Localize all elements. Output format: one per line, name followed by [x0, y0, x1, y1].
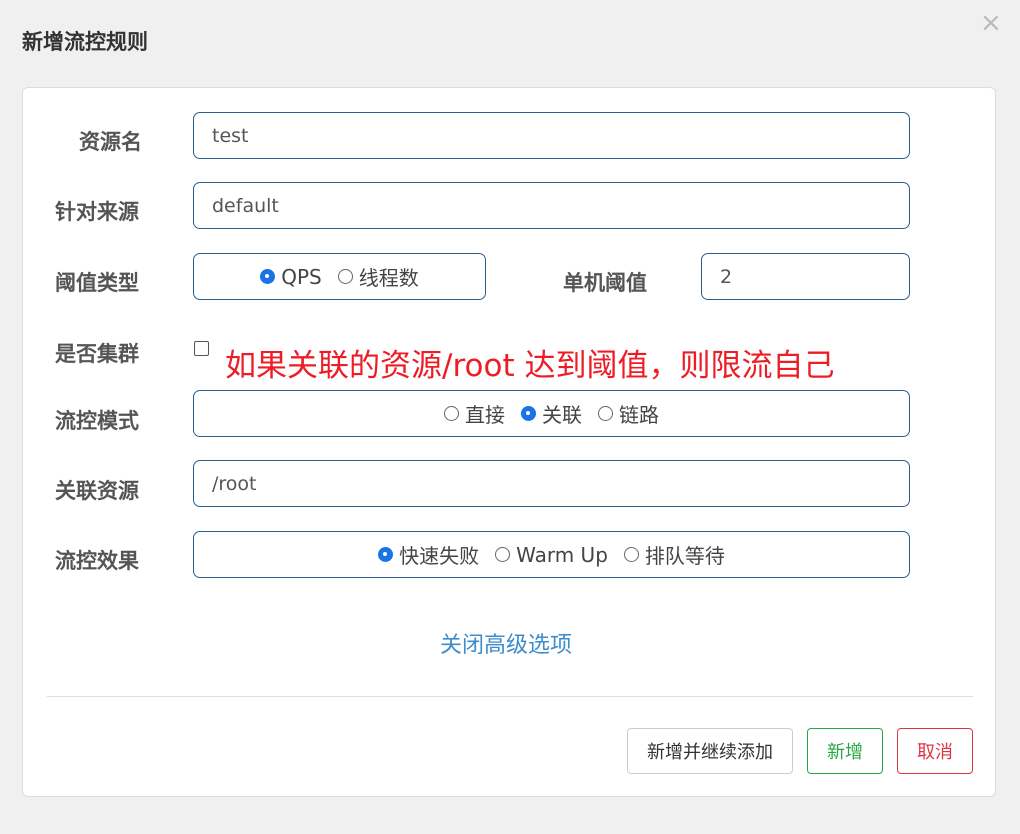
cluster-label: 是否集群: [55, 342, 139, 366]
single-threshold-label: 单机阈值: [563, 271, 647, 295]
strategy-direct-label: 直接: [465, 403, 505, 427]
strategy-chain-label: 链路: [619, 403, 659, 427]
add-continue-button[interactable]: 新增并继续添加: [627, 728, 793, 774]
control-behavior-group: 快速失败 Warm Up 排队等待: [193, 531, 910, 578]
radio-selected-icon: [521, 406, 536, 421]
resource-name-value: test: [212, 124, 249, 147]
form-panel: 资源名 test 针对来源 default 阈值类型 QPS 线程数 单机阈值 …: [22, 87, 996, 797]
behavior-fast-fail-label: 快速失败: [399, 544, 480, 568]
close-icon[interactable]: ×: [980, 10, 1002, 36]
cluster-checkbox[interactable]: [194, 341, 209, 356]
behavior-warm-up[interactable]: Warm Up: [495, 543, 608, 567]
radio-unselected-icon: [337, 269, 353, 284]
ref-resource-input[interactable]: /root: [193, 460, 910, 507]
limit-app-value: default: [212, 194, 279, 217]
behavior-queue[interactable]: 排队等待: [623, 540, 725, 569]
ref-resource-label: 关联资源: [55, 479, 139, 503]
limit-app-input[interactable]: default: [193, 182, 910, 229]
strategy-chain[interactable]: 链路: [598, 399, 659, 428]
radio-selected-icon: [260, 269, 276, 284]
threshold-type-thread[interactable]: 线程数: [337, 262, 419, 291]
behavior-fast-fail[interactable]: 快速失败: [378, 540, 479, 569]
radio-unselected-icon: [444, 406, 459, 421]
radio-unselected-icon: [623, 547, 639, 562]
divider: [47, 696, 973, 697]
behavior-warm-up-label: Warm Up: [516, 542, 608, 567]
annotation-text: 如果关联的资源/root 达到阈值，则限流自己: [225, 348, 835, 384]
single-threshold-input[interactable]: 2: [701, 253, 910, 300]
limit-app-label: 针对来源: [55, 200, 139, 224]
single-threshold-value: 2: [720, 265, 733, 288]
radio-selected-icon: [378, 547, 394, 562]
threshold-type-group: QPS 线程数: [193, 253, 486, 300]
strategy-relate[interactable]: 关联: [521, 399, 582, 428]
resource-name-input[interactable]: test: [193, 112, 910, 159]
cancel-button[interactable]: 取消: [897, 728, 973, 774]
radio-unselected-icon: [495, 547, 511, 562]
resource-name-label: 资源名: [79, 130, 142, 154]
threshold-type-thread-label: 线程数: [358, 266, 419, 290]
strategy-label: 流控模式: [55, 409, 139, 433]
threshold-type-label: 阈值类型: [55, 271, 139, 295]
strategy-direct[interactable]: 直接: [444, 399, 505, 428]
threshold-type-qps[interactable]: QPS: [260, 265, 322, 289]
control-behavior-label: 流控效果: [55, 549, 139, 573]
advanced-options-toggle[interactable]: 关闭高级选项: [440, 627, 572, 659]
add-button[interactable]: 新增: [807, 728, 883, 774]
behavior-queue-label: 排队等待: [644, 544, 725, 568]
radio-unselected-icon: [598, 406, 613, 421]
dialog-title: 新增流控规则: [22, 30, 148, 54]
threshold-type-qps-label: QPS: [281, 264, 322, 289]
strategy-relate-label: 关联: [542, 403, 582, 427]
ref-resource-value: /root: [212, 472, 257, 495]
strategy-group: 直接 关联 链路: [193, 390, 910, 437]
